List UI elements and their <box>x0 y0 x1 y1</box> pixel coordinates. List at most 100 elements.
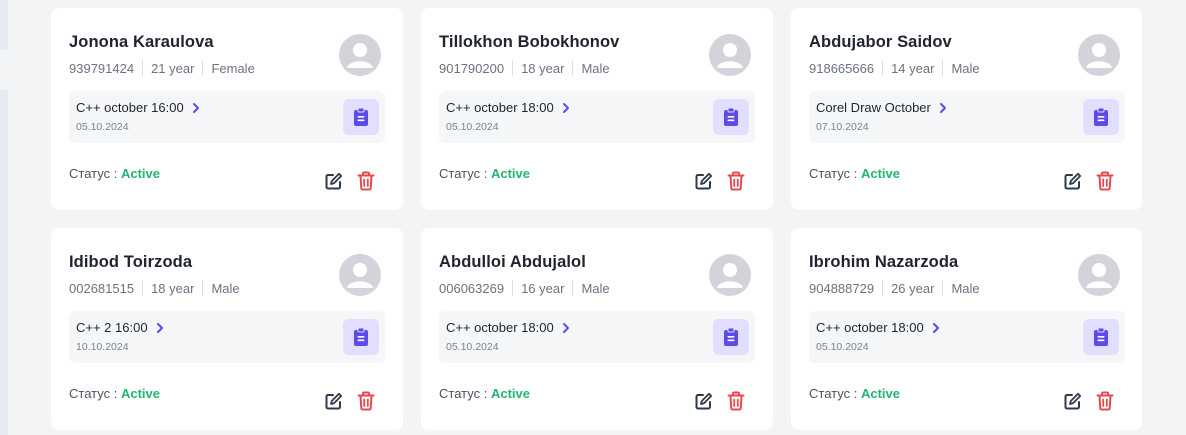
student-name: Abdujabor Saidov <box>809 33 952 51</box>
trash-icon[interactable] <box>727 391 745 411</box>
trash-icon[interactable] <box>727 171 745 191</box>
divider <box>942 60 944 76</box>
chevron-right-icon <box>562 322 569 333</box>
course-box: Corel Draw October 07.10.2024 <box>809 91 1125 143</box>
trash-icon[interactable] <box>1096 391 1114 411</box>
status-value: Active <box>490 386 530 401</box>
course-box: C++ october 16:00 05.10.2024 <box>69 91 385 143</box>
clipboard-icon <box>724 327 738 346</box>
chevron-right-icon <box>562 102 569 113</box>
student-gender: Male <box>211 280 240 296</box>
divider <box>512 60 514 76</box>
edit-icon[interactable] <box>1064 392 1082 410</box>
edit-icon[interactable] <box>695 392 713 410</box>
student-gender: Female <box>211 60 255 76</box>
student-age: 26 year <box>891 280 935 296</box>
clipboard-icon <box>354 327 368 346</box>
edit-icon[interactable] <box>695 172 713 190</box>
student-meta: 904888729 26 year Male <box>809 280 980 296</box>
student-card: Abdulloi Abdujalol 006063269 16 year Mal… <box>421 228 773 430</box>
status-value: Active <box>860 386 900 401</box>
course-box: C++ october 18:00 05.10.2024 <box>439 91 755 143</box>
student-phone: 904888729 <box>809 280 875 296</box>
student-card: Ibrohim Nazarzoda 904888729 26 year Male… <box>791 228 1142 430</box>
course-date: 05.10.2024 <box>446 341 499 353</box>
clipboard-icon <box>724 107 738 126</box>
student-gender: Male <box>581 280 610 296</box>
user-avatar-icon <box>709 254 751 296</box>
status-line: Статус : Active <box>69 166 160 181</box>
course-name: C++ october 18:00 <box>816 320 924 335</box>
trash-icon[interactable] <box>1096 171 1114 191</box>
student-meta: 002681515 18 year Male <box>69 280 240 296</box>
course-date: 07.10.2024 <box>816 121 869 133</box>
divider <box>512 280 514 296</box>
trash-icon[interactable] <box>357 391 375 411</box>
chevron-right-icon <box>932 322 939 333</box>
course-box: C++ october 18:00 05.10.2024 <box>439 311 755 363</box>
status-line: Статус : Active <box>69 386 160 401</box>
student-meta: 901790200 18 year Male <box>439 60 610 76</box>
course-link[interactable]: Corel Draw October <box>816 100 948 115</box>
edit-icon[interactable] <box>325 172 343 190</box>
status-value: Active <box>120 166 160 181</box>
clipboard-button[interactable] <box>343 319 379 355</box>
clipboard-button[interactable] <box>713 99 749 135</box>
user-avatar-icon <box>1078 34 1120 76</box>
divider <box>572 280 574 296</box>
course-name: C++ october 16:00 <box>76 100 184 115</box>
course-box: C++ october 18:00 05.10.2024 <box>809 311 1125 363</box>
course-link[interactable]: C++ october 18:00 <box>446 100 571 115</box>
status-value: Active <box>120 386 160 401</box>
course-link[interactable]: C++ october 16:00 <box>76 100 201 115</box>
status-value: Active <box>860 166 900 181</box>
status-value: Active <box>490 166 530 181</box>
student-meta: 939791424 21 year Female <box>69 60 255 76</box>
course-link[interactable]: C++ october 18:00 <box>446 320 571 335</box>
status-line: Статус : Active <box>809 386 900 401</box>
status-line: Статус : Active <box>439 166 530 181</box>
course-date: 05.10.2024 <box>816 341 869 353</box>
chevron-right-icon <box>156 322 163 333</box>
student-meta: 006063269 16 year Male <box>439 280 610 296</box>
course-link[interactable]: C++ october 18:00 <box>816 320 941 335</box>
divider <box>882 280 884 296</box>
status-label: Статус : <box>809 166 858 181</box>
trash-icon[interactable] <box>357 171 375 191</box>
student-gender: Male <box>951 60 980 76</box>
clipboard-button[interactable] <box>343 99 379 135</box>
status-label: Статус : <box>439 166 488 181</box>
clipboard-button[interactable] <box>1083 319 1119 355</box>
course-name: C++ october 18:00 <box>446 100 554 115</box>
status-label: Статус : <box>439 386 488 401</box>
clipboard-icon <box>1094 327 1108 346</box>
status-label: Статус : <box>69 166 118 181</box>
divider <box>882 60 884 76</box>
student-card: Jonona Karaulova 939791424 21 year Femal… <box>51 8 403 210</box>
status-line: Статус : Active <box>809 166 900 181</box>
student-name: Idibod Toirzoda <box>69 253 193 271</box>
student-card: Idibod Toirzoda 002681515 18 year Male C… <box>51 228 403 430</box>
status-label: Статус : <box>69 386 118 401</box>
clipboard-button[interactable] <box>1083 99 1119 135</box>
student-meta: 918665666 14 year Male <box>809 60 980 76</box>
student-age: 21 year <box>151 60 195 76</box>
student-name: Ibrohim Nazarzoda <box>809 253 959 271</box>
user-avatar-icon <box>339 254 381 296</box>
course-name: C++ 2 16:00 <box>76 320 148 335</box>
student-age: 14 year <box>891 60 935 76</box>
chevron-right-icon <box>192 102 199 113</box>
edit-icon[interactable] <box>325 392 343 410</box>
course-link[interactable]: C++ 2 16:00 <box>76 320 165 335</box>
student-card: Abdujabor Saidov 918665666 14 year Male … <box>791 8 1142 210</box>
student-phone: 006063269 <box>439 280 505 296</box>
user-avatar-icon <box>1078 254 1120 296</box>
sidebar-edge <box>0 0 8 50</box>
sidebar-edge <box>0 90 8 435</box>
edit-icon[interactable] <box>1064 172 1082 190</box>
course-name: C++ october 18:00 <box>446 320 554 335</box>
course-date: 05.10.2024 <box>446 121 499 133</box>
divider <box>142 60 144 76</box>
student-name: Tillokhon Bobokhonov <box>439 33 620 51</box>
clipboard-button[interactable] <box>713 319 749 355</box>
